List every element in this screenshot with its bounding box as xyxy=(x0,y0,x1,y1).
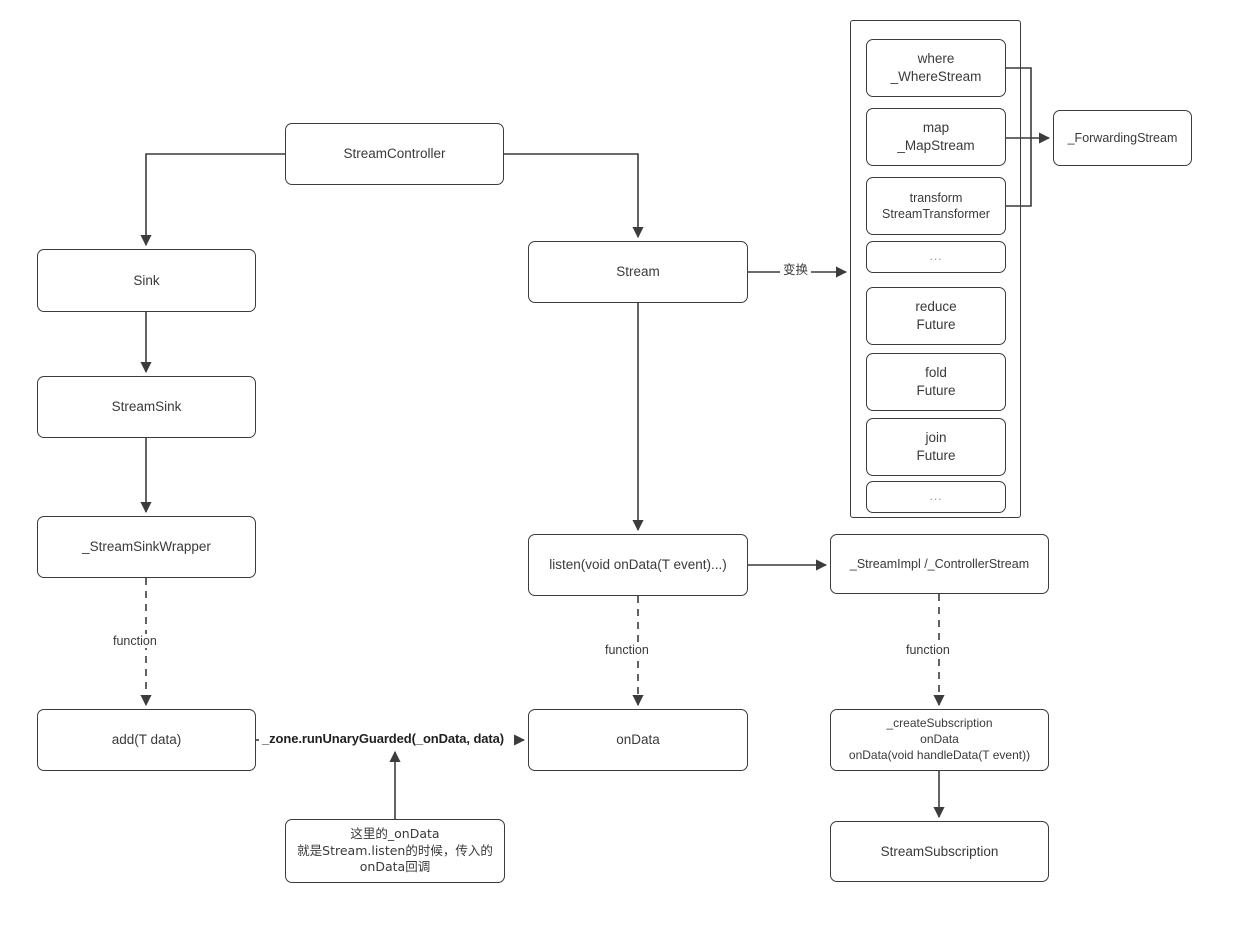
node-join-future[interactable]: join Future xyxy=(866,418,1006,476)
node-create-subscription[interactable]: _createSubscription onData onData(void h… xyxy=(830,709,1049,771)
node-stream-subscription[interactable]: StreamSubscription xyxy=(830,821,1049,882)
edge-label-zone-run-unary-guarded: _zone.runUnaryGuarded(_onData, data) xyxy=(259,731,507,746)
node-map-mapstream[interactable]: map _MapStream xyxy=(866,108,1006,166)
edge-label-function-middle: function xyxy=(602,643,652,657)
node-stream-sink[interactable]: StreamSink xyxy=(37,376,256,438)
edge-label-function-left: function xyxy=(110,634,160,648)
node-fold-future[interactable]: fold Future xyxy=(866,353,1006,411)
edge-streamcontroller-to-sink xyxy=(140,153,285,247)
node-sink[interactable]: Sink xyxy=(37,249,256,312)
node-stream-sink-wrapper[interactable]: _StreamSinkWrapper xyxy=(37,516,256,578)
edge-label-transform-cn: 变换 xyxy=(780,259,812,278)
node-stream[interactable]: Stream xyxy=(528,241,748,303)
node-forwarding-stream[interactable]: _ForwardingStream xyxy=(1053,110,1192,166)
node-reduce-future[interactable]: reduce Future xyxy=(866,287,1006,345)
node-stream-controller[interactable]: StreamController xyxy=(285,123,504,185)
node-transform-streamtransformer[interactable]: transform StreamTransformer xyxy=(866,177,1006,235)
node-stream-impl-controller-stream[interactable]: _StreamImpl /_ControllerStream xyxy=(830,534,1049,594)
node-ellipsis-future: ... xyxy=(866,481,1006,513)
edge-streamcontroller-to-stream xyxy=(504,153,644,239)
node-where-wherestream[interactable]: where _WhereStream xyxy=(866,39,1006,97)
node-ellipsis-transform: ... xyxy=(866,241,1006,273)
node-listen[interactable]: listen(void onData(T event)...) xyxy=(528,534,748,596)
diagram-canvas: StreamController Sink StreamSink _Stream… xyxy=(0,0,1240,936)
note-on-data-callback: 这里的_onData 就是Stream.listen的时候，传入的 onData… xyxy=(285,819,505,883)
node-add-t-data[interactable]: add(T data) xyxy=(37,709,256,771)
node-on-data[interactable]: onData xyxy=(528,709,748,771)
edge-label-function-right: function xyxy=(903,643,953,657)
